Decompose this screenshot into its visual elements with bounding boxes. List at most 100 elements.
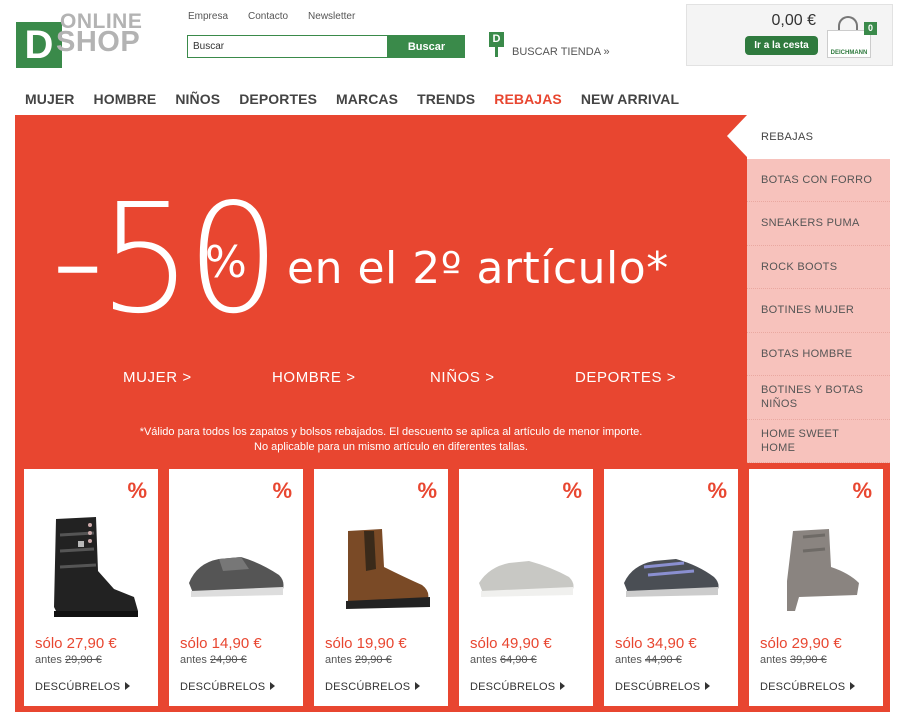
product-grid: % sólo 27,90 € antes 29,90 € DESCÚBRELOS… [24, 469, 884, 706]
toplink-contacto[interactable]: Contacto [248, 11, 288, 22]
discover-label: DESCÚBRELOS [615, 681, 701, 693]
product-card[interactable]: % sólo 19,90 € antes 29,90 € DESCÚBRELOS [314, 469, 448, 706]
discover-link[interactable]: DESCÚBRELOS [470, 681, 566, 693]
sidebar-item-label: REBAJAS [761, 130, 814, 143]
logo-shop-text: SHOP [56, 26, 141, 58]
sidebar-item-label: BOTAS HOMBRE [761, 347, 853, 360]
product-price: sólo 49,90 € [470, 635, 552, 652]
cart-count-badge: 0 [864, 22, 877, 35]
store-locator-link[interactable]: D BUSCAR TIENDA » [489, 32, 610, 58]
discount-badge: % [127, 478, 147, 503]
running-shoe-icon [624, 559, 719, 597]
discover-link[interactable]: DESCÚBRELOS [180, 681, 276, 693]
arrow-right-icon [850, 682, 856, 690]
product-old-price: antes 39,90 € [760, 654, 827, 666]
old-price-label: antes [470, 654, 497, 666]
discount-badge: % [707, 478, 727, 503]
product-price: sólo 34,90 € [615, 635, 697, 652]
discover-label: DESCÚBRELOS [35, 681, 121, 693]
nav-new-arrival[interactable]: NEW ARRIVAL [581, 91, 679, 107]
product-old-price: antes 29,90 € [35, 654, 102, 666]
sidebar-item-label: SNEAKERS PUMA [761, 217, 860, 230]
old-price-value: 29,90 € [64, 654, 102, 666]
discount-badge: % [562, 478, 582, 503]
nav-marcas[interactable]: MARCAS [336, 91, 398, 107]
cart-total: 0,00 € [771, 12, 816, 29]
sidebar-item-label: BOTINES Y BOTAS NIÑOS [761, 384, 864, 411]
old-price-label: antes [615, 654, 642, 666]
discover-link[interactable]: DESCÚBRELOS [760, 681, 856, 693]
search-bar: Buscar [187, 35, 465, 58]
product-card[interactable]: % sólo 14,90 € antes 24,90 € DESCÚBRELOS [169, 469, 303, 706]
nav-mujer[interactable]: MUJER [25, 91, 75, 107]
sidebar-item-label: HOME SWEET HOME [761, 427, 839, 454]
product-card[interactable]: % sólo 29,90 € antes 39,90 € DESCÚBRELOS [749, 469, 883, 706]
nav-hombre[interactable]: HOMBRE [94, 91, 157, 107]
store-pin-icon: D [489, 32, 504, 58]
nav-rebajas[interactable]: REBAJAS [494, 91, 562, 107]
old-price-label: antes [35, 654, 62, 666]
discover-label: DESCÚBRELOS [325, 681, 411, 693]
arrow-right-icon [125, 682, 131, 690]
product-price: sólo 19,90 € [325, 635, 407, 652]
old-price-label: antes [180, 654, 207, 666]
product-card[interactable]: % sólo 27,90 € antes 29,90 € DESCÚBRELOS [24, 469, 158, 706]
cart-bag-brand: DEICHMANN [830, 50, 868, 56]
top-links: Empresa Contacto Newsletter [188, 11, 355, 22]
product-old-price: antes 64,90 € [470, 654, 537, 666]
sidebar-item-botines-ninos[interactable]: BOTINES Y BOTAS NIÑOS [747, 376, 890, 420]
product-old-price: antes 44,90 € [615, 654, 682, 666]
chelsea-boot-icon [346, 529, 430, 609]
sidebar-item-label: BOTINES MUJER [761, 304, 855, 317]
toplink-empresa[interactable]: Empresa [188, 11, 228, 22]
sidebar-item-botines-mujer[interactable]: BOTINES MUJER [747, 289, 890, 333]
disclaimer-line-2: No aplicable para un mismo artículo en d… [254, 441, 528, 453]
sidebar-item-sneakers-puma[interactable]: SNEAKERS PUMA [747, 202, 890, 246]
sidebar-item-label: BOTAS CON FORRO [761, 173, 873, 186]
sneaker-light-icon [479, 561, 574, 597]
product-card[interactable]: % sólo 34,90 € antes 44,90 € DESCÚBRELOS [604, 469, 738, 706]
sidebar-item-botas-con-forro[interactable]: BOTAS CON FORRO [747, 158, 890, 202]
product-price: sólo 29,90 € [760, 635, 842, 652]
promo-link-ninos[interactable]: NIÑOS > [430, 369, 495, 386]
toplink-newsletter[interactable]: Newsletter [308, 11, 355, 22]
discount-badge: % [272, 478, 292, 503]
search-button[interactable]: Buscar [388, 35, 465, 58]
disclaimer-line-1: *Válido para todos los zapatos y bolsos … [139, 426, 643, 438]
sidebar-item-home-sweet-home[interactable]: HOME SWEET HOME [747, 419, 890, 463]
old-price-value: 39,90 € [789, 654, 827, 666]
nav-ninos[interactable]: NIÑOS [175, 91, 220, 107]
discover-link[interactable]: DESCÚBRELOS [615, 681, 711, 693]
promo-link-hombre[interactable]: HOMBRE > [272, 369, 356, 386]
old-price-value: 29,90 € [354, 654, 392, 666]
old-price-value: 64,90 € [499, 654, 537, 666]
cart-widget: 0,00 € Ir a la cesta DEICHMANN 0 [686, 4, 893, 66]
discover-link[interactable]: DESCÚBRELOS [35, 681, 131, 693]
promo-disclaimer: *Válido para todos los zapatos y bolsos … [15, 425, 767, 455]
arrow-right-icon [415, 682, 421, 690]
sidebar-item-rock-boots[interactable]: ROCK BOOTS [747, 245, 890, 289]
promo-link-deportes[interactable]: DEPORTES > [575, 369, 676, 386]
nav-deportes[interactable]: DEPORTES [239, 91, 317, 107]
search-input[interactable] [187, 35, 388, 58]
discover-link[interactable]: DESCÚBRELOS [325, 681, 421, 693]
logo[interactable]: D ONLINE SHOP [16, 10, 156, 72]
sidebar-item-rebajas[interactable]: REBAJAS [727, 115, 890, 159]
product-price: sólo 14,90 € [180, 635, 262, 652]
promo-link-mujer[interactable]: MUJER > [123, 369, 192, 386]
product-card[interactable]: % sólo 49,90 € antes 64,90 € DESCÚBRELOS [459, 469, 593, 706]
product-price: sólo 27,90 € [35, 635, 117, 652]
discover-label: DESCÚBRELOS [180, 681, 266, 693]
store-locator-label: BUSCAR TIENDA » [512, 46, 610, 58]
nav-trends[interactable]: TRENDS [417, 91, 475, 107]
discover-label: DESCÚBRELOS [470, 681, 556, 693]
discount-badge: % [852, 478, 872, 503]
go-to-cart-button[interactable]: Ir a la cesta [745, 36, 818, 55]
sidebar-item-botas-hombre[interactable]: BOTAS HOMBRE [747, 332, 890, 376]
old-price-label: antes [760, 654, 787, 666]
ankle-boot-icon [787, 529, 859, 611]
shopping-bag-icon[interactable]: DEICHMANN [827, 14, 873, 60]
old-price-value: 44,90 € [644, 654, 682, 666]
arrow-right-icon [705, 682, 711, 690]
promo-percent-sign: % [205, 237, 247, 288]
